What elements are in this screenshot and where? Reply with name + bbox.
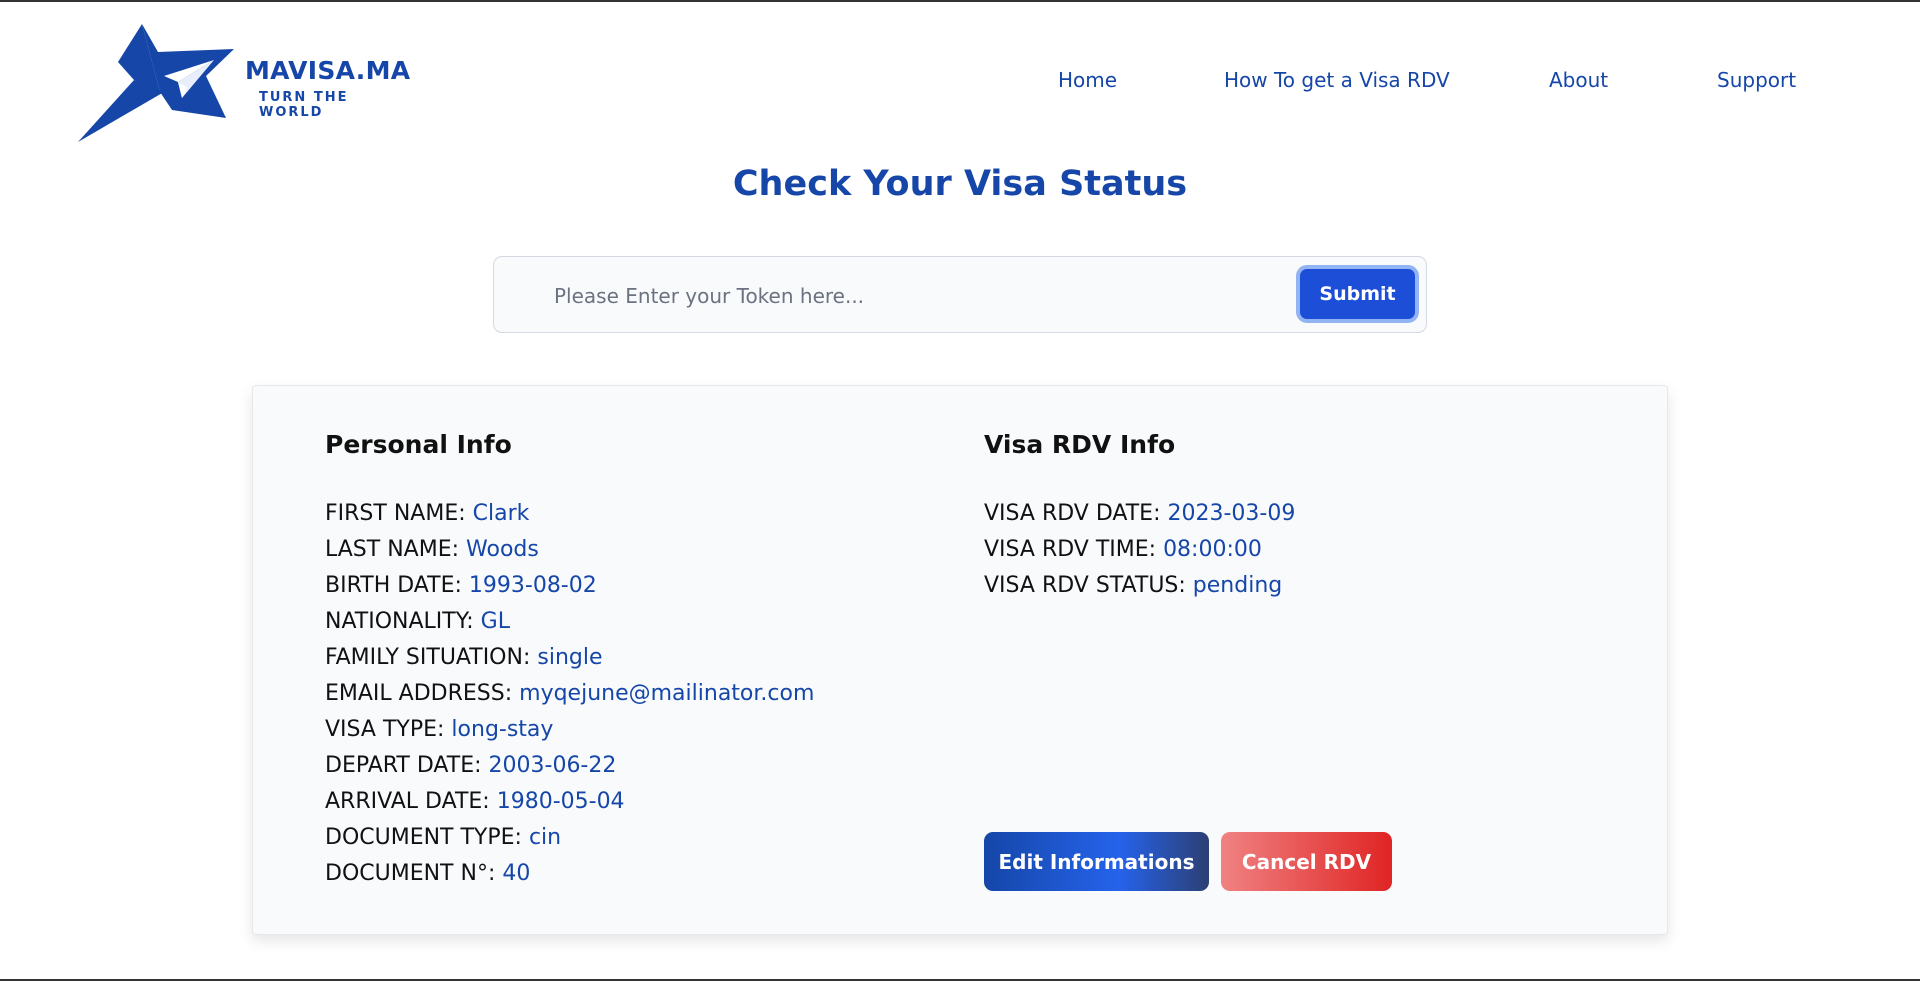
nav-about[interactable]: About	[1549, 68, 1608, 92]
field-label: DOCUMENT TYPE:	[325, 825, 522, 850]
birth-date-value: 1993-08-02	[468, 573, 597, 598]
main-nav: Home How To get a Visa RDV About Support	[0, 68, 1920, 98]
document-type-row: DOCUMENT TYPE: cin	[325, 820, 814, 856]
field-label: FIRST NAME:	[325, 501, 466, 526]
arrival-date-value: 1980-05-04	[496, 789, 625, 814]
arrival-date-row: ARRIVAL DATE: 1980-05-04	[325, 784, 814, 820]
personal-info-title: Personal Info	[325, 430, 512, 459]
visa-type-row: VISA TYPE: long-stay	[325, 712, 814, 748]
email-address-value: myqejune@mailinator.com	[519, 681, 815, 706]
visa-status-card: Personal Info FIRST NAME: Clark LAST NAM…	[252, 385, 1668, 935]
visa-rdv-date-row: VISA RDV DATE: 2023-03-09	[984, 496, 1295, 532]
submit-button[interactable]: Submit	[1296, 265, 1419, 323]
document-type-value: cin	[528, 825, 562, 850]
cancel-rdv-button[interactable]: Cancel RDV	[1221, 832, 1392, 891]
document-number-row: DOCUMENT N°: 40	[325, 856, 814, 892]
top-border	[0, 0, 1920, 2]
field-label: FAMILY SITUATION:	[325, 645, 531, 670]
field-label: DEPART DATE:	[325, 753, 482, 778]
first-name-value: Clark	[472, 501, 530, 526]
field-label: VISA TYPE:	[325, 717, 445, 742]
field-label: VISA RDV DATE:	[984, 501, 1161, 526]
visa-rdv-status-row: VISA RDV STATUS: pending	[984, 568, 1295, 604]
nav-support[interactable]: Support	[1717, 68, 1796, 92]
depart-date-value: 2003-06-22	[488, 753, 617, 778]
nav-how-to-get-visa-rdv[interactable]: How To get a Visa RDV	[1224, 68, 1450, 92]
depart-date-row: DEPART DATE: 2003-06-22	[325, 748, 814, 784]
field-label: NATIONALITY:	[325, 609, 474, 634]
field-label: VISA RDV TIME:	[984, 537, 1157, 562]
birth-date-row: BIRTH DATE: 1993-08-02	[325, 568, 814, 604]
field-label: LAST NAME:	[325, 537, 460, 562]
field-label: EMAIL ADDRESS:	[325, 681, 513, 706]
field-label: DOCUMENT N°:	[325, 861, 496, 886]
last-name-row: LAST NAME: Woods	[325, 532, 814, 568]
personal-info-section: Personal Info FIRST NAME: Clark LAST NAM…	[325, 424, 814, 892]
visa-rdv-date-value: 2023-03-09	[1167, 501, 1296, 526]
token-search-form: Submit	[493, 256, 1427, 333]
last-name-value: Woods	[466, 537, 539, 562]
field-label: VISA RDV STATUS:	[984, 573, 1186, 598]
family-situation-value: single	[537, 645, 603, 670]
page-title: Check Your Visa Status	[732, 164, 1188, 204]
nationality-row: NATIONALITY: GL	[325, 604, 814, 640]
visa-rdv-time-value: 08:00:00	[1163, 537, 1262, 562]
visa-rdv-status-value: pending	[1192, 573, 1283, 598]
visa-rdv-time-row: VISA RDV TIME: 08:00:00	[984, 532, 1295, 568]
token-input[interactable]	[552, 277, 1156, 315]
family-situation-row: FAMILY SITUATION: single	[325, 640, 814, 676]
nationality-value: GL	[480, 609, 510, 634]
visa-rdv-info-section: Visa RDV Info VISA RDV DATE: 2023-03-09 …	[984, 424, 1295, 604]
visa-rdv-info-title: Visa RDV Info	[984, 430, 1176, 459]
visa-type-value: long-stay	[451, 717, 554, 742]
first-name-row: FIRST NAME: Clark	[325, 496, 814, 532]
field-label: BIRTH DATE:	[325, 573, 462, 598]
edit-informations-button[interactable]: Edit Informations	[984, 832, 1209, 891]
field-label: ARRIVAL DATE:	[325, 789, 490, 814]
document-number-value: 40	[502, 861, 531, 886]
email-address-row: EMAIL ADDRESS: myqejune@mailinator.com	[325, 676, 814, 712]
nav-home[interactable]: Home	[1058, 68, 1117, 92]
